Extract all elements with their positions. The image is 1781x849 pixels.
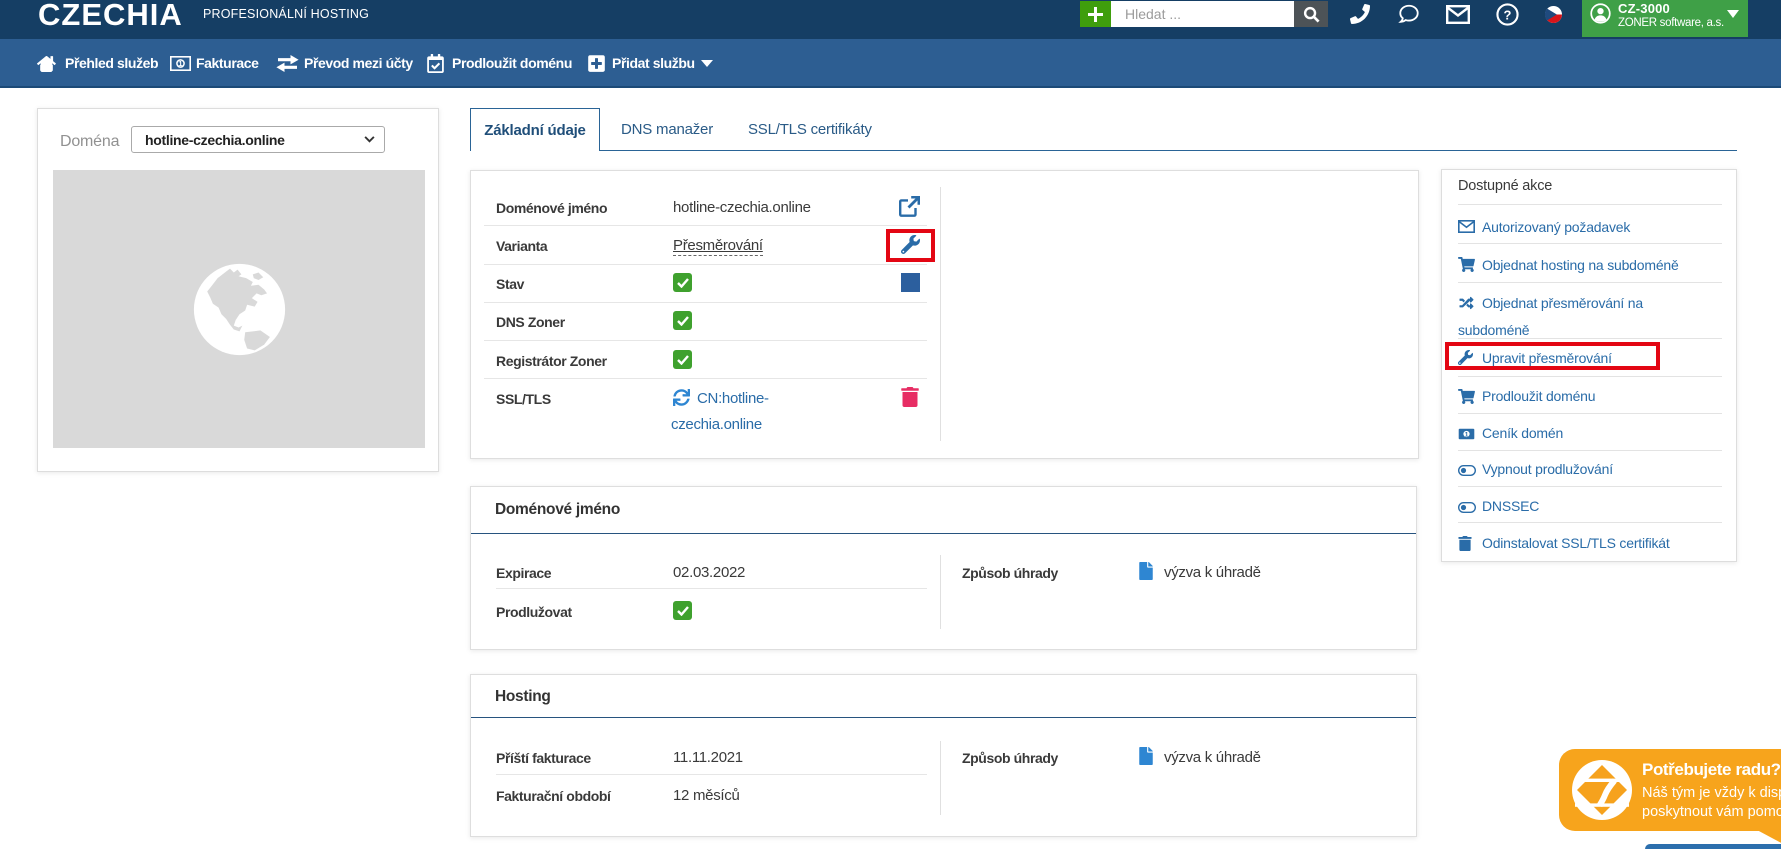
svg-text:?: ? [1503,7,1511,22]
svg-text:1: 1 [178,59,182,68]
svg-text:1: 1 [1465,431,1469,438]
